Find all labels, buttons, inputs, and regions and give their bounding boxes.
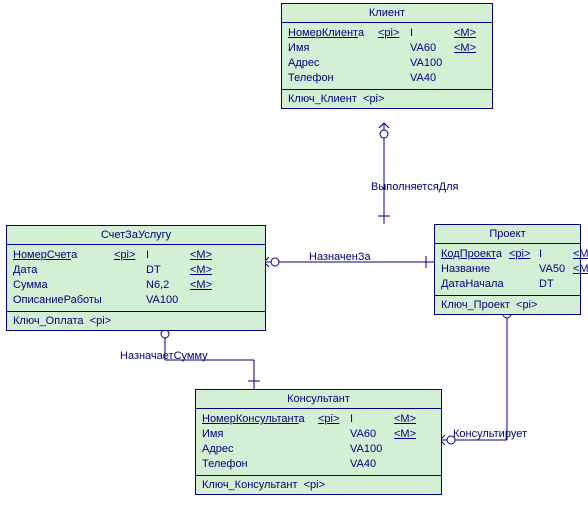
entity-attrs: КодПроекта<pi>I<M>НазваниеVA50<M>ДатаНач… [435, 244, 580, 296]
entity-title: Консультант [196, 390, 441, 409]
rel-invoice-project: НазначенЗа [309, 251, 371, 263]
entity-consultant: Консультант НомерКонсультанта<pi>I<M>Имя… [195, 389, 442, 495]
rel-consultant-project: Консультирует [453, 428, 527, 440]
entity-attrs: НомерКонсультанта<pi>I<M>ИмяVA60<M>Адрес… [196, 409, 441, 476]
entity-client: Клиент НомерКлиента<pi>I<M>ИмяVA60<M>Адр… [281, 3, 493, 109]
entity-key: Ключ_Проект <pi> [435, 296, 580, 314]
entity-key: Ключ_Клиент <pi> [282, 90, 492, 108]
entity-title: СчетЗаУслугу [7, 226, 265, 245]
rel-client-project: ВыполняетсяДля [371, 181, 458, 193]
entity-title: Клиент [282, 4, 492, 23]
entity-key: Ключ_Консультант <pi> [196, 476, 441, 494]
entity-project: Проект КодПроекта<pi>I<M>НазваниеVA50<M>… [434, 224, 581, 315]
entity-invoice: СчетЗаУслугу НомерСчета<pi>I<M>ДатаDT<M>… [6, 225, 266, 331]
entity-attrs: НомерСчета<pi>I<M>ДатаDT<M>СуммаN6,2<M>О… [7, 245, 265, 312]
entity-key: Ключ_Оплата <pi> [7, 312, 265, 330]
entity-attrs: НомерКлиента<pi>I<M>ИмяVA60<M>АдресVA100… [282, 23, 492, 90]
entity-title: Проект [435, 225, 580, 244]
rel-invoice-consultant: НазначаетСумму [120, 350, 208, 362]
